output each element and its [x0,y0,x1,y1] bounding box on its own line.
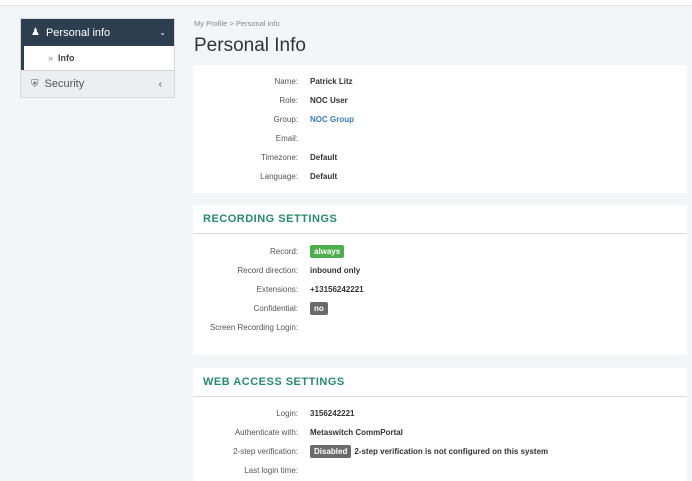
sidebar-item-label: Security [44,78,85,90]
field-login: Login: 3156242221 [193,404,687,423]
field-extensions: Extensions: +13156242221 [193,280,687,299]
field-label: Language: [260,172,298,181]
chevron-left-icon: ‹ [158,78,162,90]
field-name: Name: Patrick Litz [193,72,687,91]
sidebar-item-label: Info [58,53,75,63]
breadcrumb: My Profile > Personal info [194,19,280,28]
field-label: Confidential: [253,304,298,313]
field-label: Email: [275,134,298,143]
field-language: Language: Default [193,167,687,186]
field-label: Extensions: [256,285,298,294]
field-label: Record: [269,247,298,256]
sidebar-item-personal-info[interactable]: ♟ Personal info ⌄ [21,19,174,46]
field-value: 2-step verification is not configured on… [354,447,549,456]
user-icon: ♟ [31,27,40,38]
field-value: Patrick Litz [310,77,353,86]
field-value: Metaswitch CommPortal [310,428,403,437]
group-link[interactable]: NOC Group [310,115,354,124]
top-bar [0,0,692,6]
field-label: Record direction: [237,266,298,275]
field-value: Default [310,172,338,181]
disabled-badge: Disabled [310,445,352,458]
breadcrumb-current: Personal info [235,19,280,28]
confidential-badge: no [310,302,328,315]
field-value: inbound only [310,266,361,275]
record-badge: always [310,245,345,258]
section-title: WEB ACCESS SETTINGS [193,368,687,397]
field-label: Name: [274,77,298,86]
sidebar-item-info[interactable]: » Info [21,46,174,70]
field-label: Group: [273,115,298,124]
field-label: Login: [276,409,298,418]
web-access-settings-panel: WEB ACCESS SETTINGS Login: 3156242221 Aut… [193,368,687,481]
field-label: Timezone: [260,153,298,162]
breadcrumb-my-profile[interactable]: My Profile [194,19,227,28]
field-group: Group: NOC Group [193,110,687,129]
field-value: +13156242221 [310,285,364,294]
field-last-login-time: Last login time: [193,461,687,480]
field-label: Last login time: [244,466,298,475]
field-screen-recording-login: Screen Recording Login: [193,318,687,337]
double-chevron-right-icon: » [48,53,54,63]
field-label: Role: [279,96,298,105]
page-title: Personal Info [194,35,306,56]
recording-settings-panel: RECORDING SETTINGS Record: always Record … [193,205,687,355]
field-label: Authenticate with: [234,428,298,437]
field-record: Record: always [193,242,687,261]
field-role: Role: NOC User [193,91,687,110]
field-timezone: Timezone: Default [193,148,687,167]
field-confidential: Confidential: no [193,299,687,318]
personal-info-panel: Name: Patrick Litz Role: NOC User Group: NO… [193,65,687,193]
sidebar-item-security[interactable]: ⛨ Security ‹ [21,70,174,97]
field-2step-verification: 2-step verification: Disabled 2-step verif… [193,442,687,461]
section-title: RECORDING SETTINGS [193,205,687,234]
sidebar-item-label: Personal info [45,26,111,39]
field-record-direction: Record direction: inbound only [193,261,687,280]
field-label: 2-step verification: [233,447,298,456]
field-label: Screen Recording Login: [209,323,298,332]
breadcrumb-separator: > [229,19,234,28]
shield-icon: ⛨ [31,78,39,90]
field-authenticate-with: Authenticate with: Metaswitch CommPortal [193,423,687,442]
field-email: Email: [193,129,687,148]
chevron-down-icon: ⌄ [159,28,166,37]
field-value: NOC User [310,96,348,105]
sidebar: ♟ Personal info ⌄ » Info ⛨ Security ‹ [20,18,175,98]
field-value: Default [310,153,338,162]
field-value: 3156242221 [310,409,355,418]
